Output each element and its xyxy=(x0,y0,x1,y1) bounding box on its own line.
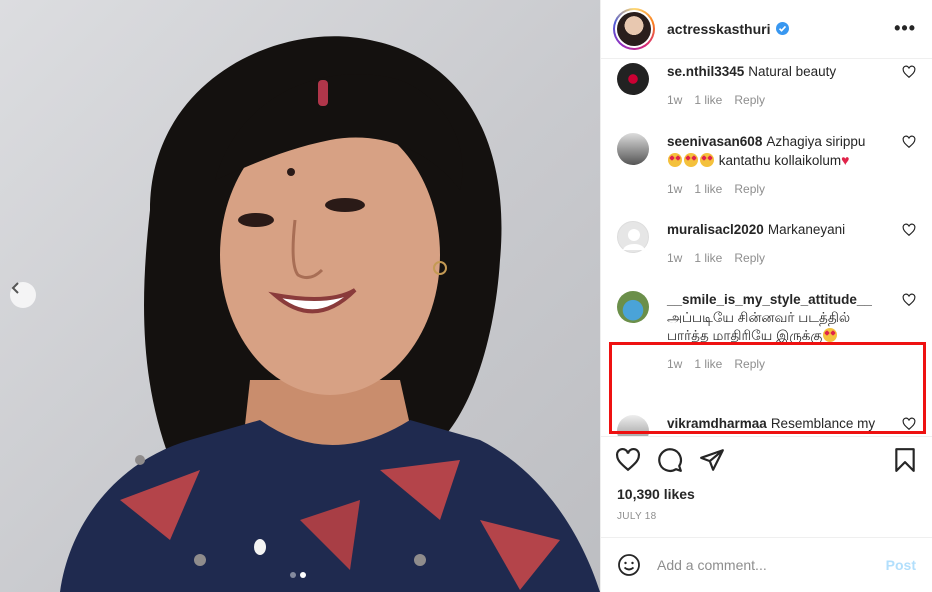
carousel-dot-active xyxy=(300,572,306,578)
comment-username[interactable]: muralisacl2020 xyxy=(667,222,764,237)
profile-avatar[interactable] xyxy=(613,7,655,50)
smile-icon[interactable] xyxy=(617,553,641,577)
more-options-button[interactable]: ••• xyxy=(890,18,920,39)
comment-username[interactable]: seenivasan608 xyxy=(667,134,762,149)
like-heart-icon[interactable] xyxy=(615,447,641,473)
commenter-avatar[interactable] xyxy=(617,414,649,437)
comment-likes[interactable]: 1 like xyxy=(694,93,722,107)
post-username[interactable]: actresskasthuri xyxy=(667,21,771,37)
comment-likes[interactable]: 1 like xyxy=(694,357,722,371)
chevron-left-icon xyxy=(11,282,19,294)
post-comment-button[interactable]: Post xyxy=(886,557,916,573)
heart-icon[interactable] xyxy=(902,223,916,237)
reply-button[interactable]: Reply xyxy=(734,251,765,265)
comment-item: vikramdharmaa Resemblance my xyxy=(617,414,916,437)
commenter-avatar[interactable] xyxy=(617,220,649,253)
reply-button[interactable]: Reply xyxy=(734,182,765,196)
heart-icon[interactable] xyxy=(902,65,916,79)
default-avatar-icon xyxy=(623,228,645,250)
previous-image-button[interactable] xyxy=(10,282,36,308)
comment-text: Natural beauty xyxy=(748,63,837,79)
comment-time[interactable]: 1w xyxy=(667,93,682,107)
comment-text: Azhagiya sirippu xyxy=(766,133,866,149)
comment-username[interactable]: se.nthil3345 xyxy=(667,64,744,79)
post-actions-bar xyxy=(601,436,932,483)
comment-input[interactable] xyxy=(657,556,886,573)
reply-button[interactable]: Reply xyxy=(734,357,765,371)
comment-meta: 1w 1 like Reply xyxy=(667,357,894,371)
heart-icon[interactable] xyxy=(902,417,916,431)
comment-meta: 1w 1 like Reply xyxy=(667,93,894,107)
heart-icon[interactable] xyxy=(902,293,916,307)
bookmark-icon[interactable] xyxy=(892,447,918,473)
comment-likes[interactable]: 1 like xyxy=(694,251,722,265)
heart-eyes-emoji-icon xyxy=(668,152,682,167)
commenter-avatar[interactable] xyxy=(617,132,649,165)
verified-badge-icon xyxy=(775,22,789,36)
comment-meta: 1w 1 like Reply xyxy=(667,182,894,196)
comment-likes[interactable]: 1 like xyxy=(694,182,722,196)
post-photo xyxy=(0,0,600,592)
comment-time[interactable]: 1w xyxy=(667,357,682,371)
reply-button[interactable]: Reply xyxy=(734,93,765,107)
comment-text-continued: kantathu kollaikolum xyxy=(718,152,842,168)
comment-text: Markaneyani xyxy=(767,221,846,237)
comment-username[interactable]: vikramdharmaa xyxy=(667,416,767,431)
comment-meta: 1w 1 like Reply xyxy=(667,251,894,265)
red-heart-emoji-icon: ♥ xyxy=(841,151,850,168)
comment-item: __smile_is_my_style_attitude__ அப்படியே ச… xyxy=(617,290,916,371)
commenter-avatar[interactable] xyxy=(617,290,649,323)
likes-count[interactable]: 10,390 likes xyxy=(601,483,932,505)
post-side-panel: actresskasthuri ••• se.nthil3345 Natural … xyxy=(600,0,932,592)
comment-item: seenivasan608 Azhagiya sirippu kantathu k… xyxy=(617,132,916,196)
share-icon[interactable] xyxy=(699,447,725,473)
portrait-image xyxy=(60,36,600,592)
heart-eyes-emoji-icon xyxy=(700,152,714,167)
comment-item: se.nthil3345 Natural beauty 1w 1 like Rep… xyxy=(617,62,916,107)
post-date[interactable]: JULY 18 xyxy=(601,511,932,525)
comment-username[interactable]: __smile_is_my_style_attitude__ xyxy=(667,292,872,307)
carousel-indicator xyxy=(290,572,306,578)
heart-eyes-emoji-icon xyxy=(823,327,838,342)
add-comment-bar: Post xyxy=(601,536,932,592)
comment-text: Resemblance my xyxy=(770,415,876,431)
comment-icon[interactable] xyxy=(657,447,683,473)
heart-icon[interactable] xyxy=(902,135,916,149)
post-header: actresskasthuri ••• xyxy=(601,0,932,59)
comment-item: muralisacl2020 Markaneyani 1w 1 like Repl… xyxy=(617,220,916,265)
heart-eyes-emoji-icon xyxy=(684,152,698,167)
comment-time[interactable]: 1w xyxy=(667,182,682,196)
comments-list[interactable]: se.nthil3345 Natural beauty 1w 1 like Rep… xyxy=(601,59,932,437)
carousel-dot xyxy=(290,572,296,578)
commenter-avatar[interactable] xyxy=(617,62,649,95)
comment-text: அப்படியே சின்னவர் படத்தில் பார்த்த மாதிர… xyxy=(667,309,851,343)
comment-time[interactable]: 1w xyxy=(667,251,682,265)
